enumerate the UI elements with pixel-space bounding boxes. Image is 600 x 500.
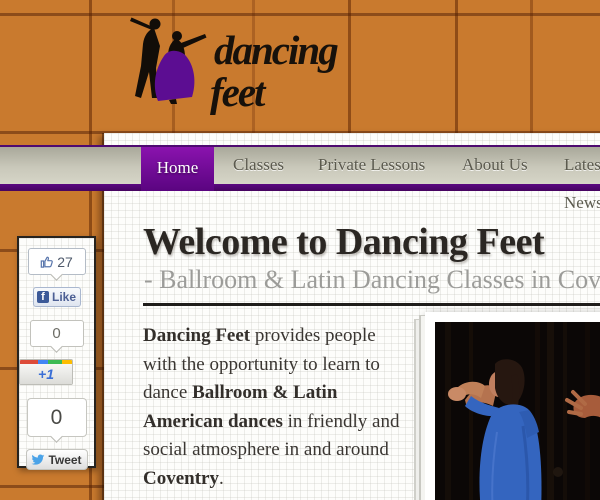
nav-item-classes[interactable]: Classes [233,146,284,184]
plusone-label: +1 [20,364,72,384]
logo-line1: dancing [214,30,337,70]
thumb-up-icon [40,255,54,269]
tweet-label: Tweet [48,453,81,467]
dancing-couple-icon [125,16,217,104]
twitter-bird-icon [31,454,45,466]
facebook-like-label: Like [52,290,76,304]
google-plusone-button[interactable]: +1 [19,359,73,385]
divider-rule [143,303,600,306]
tweet-button[interactable]: Tweet [26,449,88,470]
intro-line: Coventry. [143,465,439,494]
nav-item-private-lessons[interactable]: Private Lessons [318,146,425,184]
logo-line2: feet [210,72,337,112]
dancers-photo [425,312,600,500]
intro-line: with the opportunity to learn to [143,351,439,380]
intro-line: dance Ballroom & Latin [143,379,439,408]
tweet-count-value: 0 [51,406,63,430]
page: dancing feet Welcome to Dancing Feet - B… [0,0,600,500]
intro-paragraphs: Dancing Feet provides people with the op… [143,322,439,500]
nav-item-latest-news[interactable]: Latest News [564,146,600,184]
intro-line: American dances in friendly and [143,408,439,437]
site-logo[interactable]: dancing feet [125,16,217,104]
nav-underline [0,184,600,191]
nav-item-about-us[interactable]: About Us [462,146,528,184]
nav-item-home[interactable]: Home [141,147,214,191]
plank-joint [0,13,600,16]
page-subtitle: - Ballroom & Latin Dancing Classes in Co… [144,263,600,297]
intro-line: social atmosphere in and around [143,436,439,465]
facebook-icon: f [37,291,49,303]
logo-text: dancing feet [214,30,337,112]
page-title: Welcome to Dancing Feet [143,221,600,263]
social-share-widget: 27 f Like 0 +1 0 Tweet [17,236,96,468]
dancers-photo-image [435,322,600,500]
intro-line: Dancing Feet provides people [143,322,439,351]
facebook-count-value: 27 [57,254,73,270]
facebook-like-button[interactable]: f Like [33,287,81,307]
